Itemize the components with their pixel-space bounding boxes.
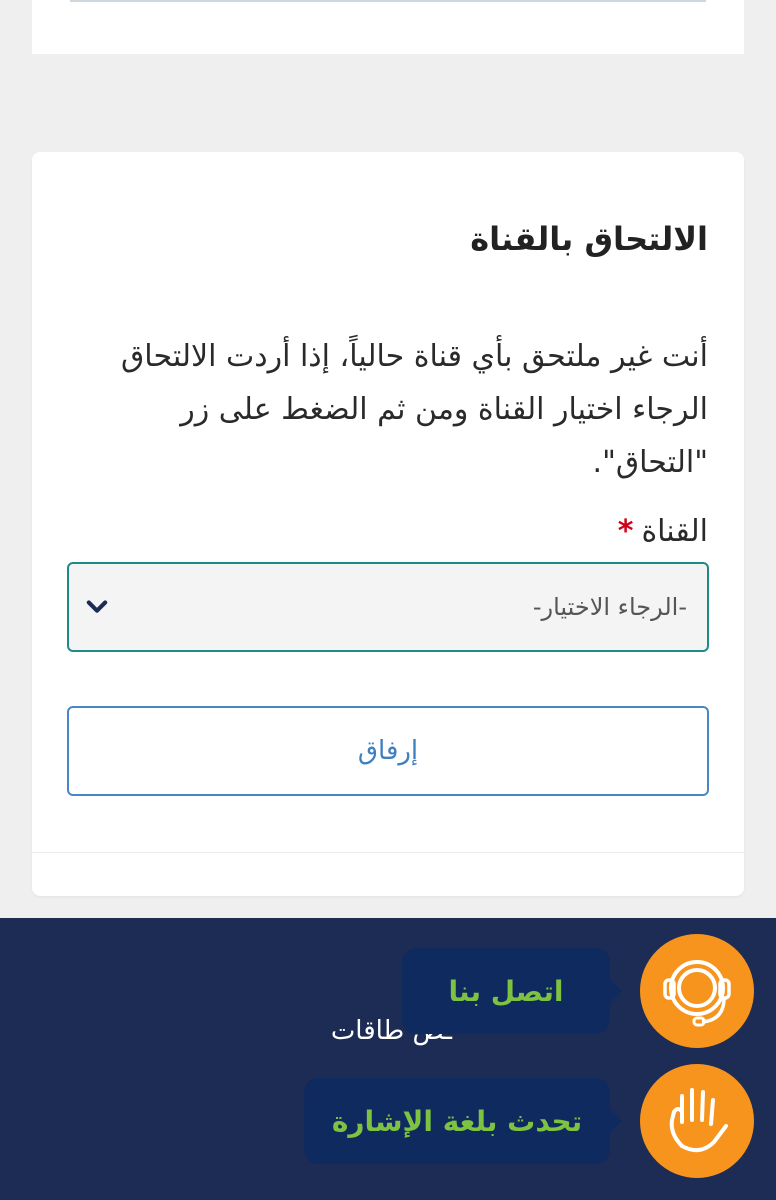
contact-us-bubble[interactable]: اتصل بنا — [402, 948, 622, 1034]
channel-field-label: القناة* — [618, 514, 708, 549]
card-divider — [32, 852, 744, 853]
channel-label-text: القناة — [641, 514, 708, 549]
footer: ـص طاقات اتصل بنا تحدث بلغة الإشارة — [0, 918, 776, 1200]
sign-language-bubble[interactable]: تحدث بلغة الإشارة — [304, 1078, 622, 1164]
section-description: أنت غير ملتحق بأي قناة حالياً، إذا أردت … — [121, 339, 708, 480]
previous-card-field-edge — [70, 0, 706, 2]
channel-select[interactable]: -الرجاء الاختيار- — [67, 562, 709, 652]
sign-language-button[interactable] — [640, 1064, 754, 1178]
channel-select-value: -الرجاء الاختيار- — [532, 593, 687, 621]
headset-icon — [663, 960, 731, 1027]
required-mark: * — [617, 514, 634, 549]
section-title: الالتحاق بالقناة — [470, 220, 708, 258]
sign-language-label: تحدث بلغة الإشارة — [331, 1104, 583, 1138]
attach-button-label: إرفاق — [357, 736, 419, 766]
contact-us-button[interactable] — [640, 934, 754, 1048]
hand-icon — [669, 1088, 728, 1153]
contact-us-label: اتصل بنا — [448, 974, 564, 1008]
attach-button[interactable]: إرفاق — [67, 706, 709, 796]
chevron-down-icon — [86, 600, 108, 613]
join-channel-card: الالتحاق بالقناة أنت غير ملتحق بأي قناة … — [32, 152, 744, 896]
previous-card — [32, 0, 744, 54]
